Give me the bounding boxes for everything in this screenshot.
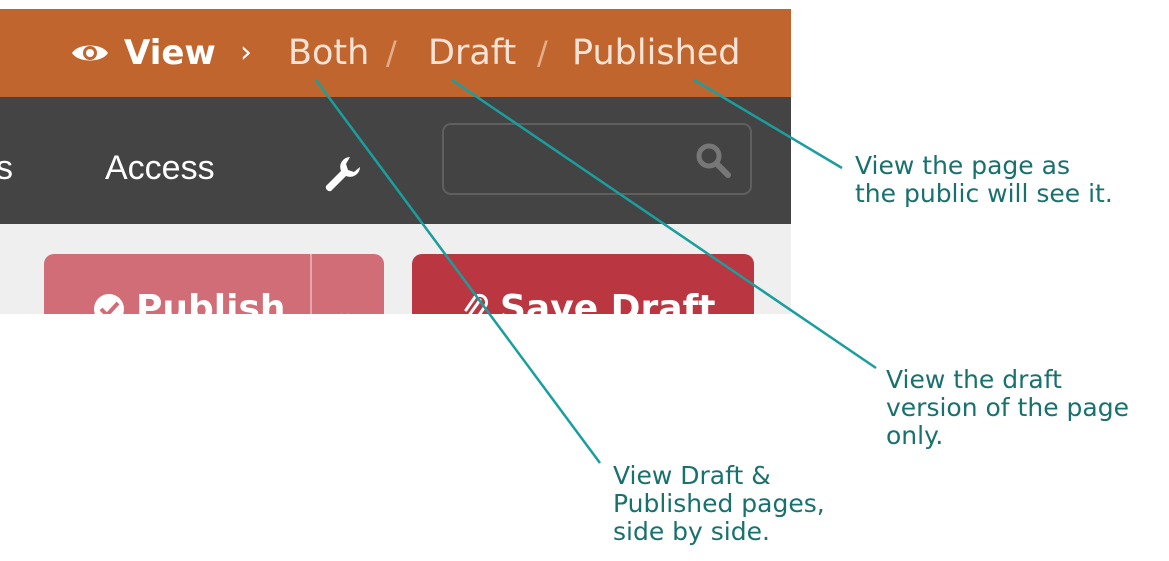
button-divider (310, 254, 312, 314)
action-bar: Publish ⌄ Save Draft (0, 224, 791, 314)
paperclip-icon (464, 293, 488, 314)
option-separator: / (386, 34, 397, 72)
save-draft-button[interactable]: Save Draft (412, 254, 754, 314)
chevron-right-icon: › (240, 35, 252, 70)
cms-toolbar-crop: View › Both / Draft / Published s Access (0, 9, 791, 314)
publish-label: Publish (136, 288, 286, 314)
check-circle-icon (94, 293, 124, 314)
view-label-text: View (124, 33, 216, 73)
view-mode-label: View (70, 33, 216, 73)
annotation-line: View Draft & (613, 461, 771, 490)
search-icon[interactable] (694, 141, 732, 179)
eye-icon (72, 45, 108, 61)
wrench-icon[interactable] (320, 153, 362, 195)
annotation-line: Published pages, (613, 489, 825, 518)
annotation-line: version of the page (886, 393, 1129, 422)
view-option-published[interactable]: Published (572, 33, 741, 73)
save-draft-label: Save Draft (500, 288, 716, 314)
annotation-line: side by side. (613, 517, 770, 546)
search-input[interactable] (442, 123, 752, 195)
cms-navbar: s Access (0, 97, 791, 224)
publish-button[interactable]: Publish ⌄ (44, 254, 384, 314)
chevron-down-icon[interactable]: ⌄ (336, 300, 354, 314)
annotation-line: only. (886, 421, 944, 450)
publish-main[interactable]: Publish (92, 288, 286, 314)
view-option-both[interactable]: Both (288, 33, 369, 73)
option-separator: / (537, 34, 548, 72)
save-draft-main[interactable]: Save Draft (460, 288, 715, 314)
annotation-line: View the page as (855, 151, 1070, 180)
nav-item-access[interactable]: Access (105, 149, 215, 188)
view-mode-bar: View › Both / Draft / Published (0, 9, 791, 97)
annotation-line: the public will see it. (855, 179, 1113, 208)
annotation-published: View the page as the public will see it. (855, 152, 1113, 208)
annotation-line: View the draft (886, 365, 1062, 394)
annotation-draft: View the draft version of the page only. (886, 366, 1129, 450)
nav-item-partial[interactable]: s (0, 149, 13, 188)
view-option-draft[interactable]: Draft (428, 33, 516, 73)
annotation-both: View Draft & Published pages, side by si… (613, 462, 825, 546)
